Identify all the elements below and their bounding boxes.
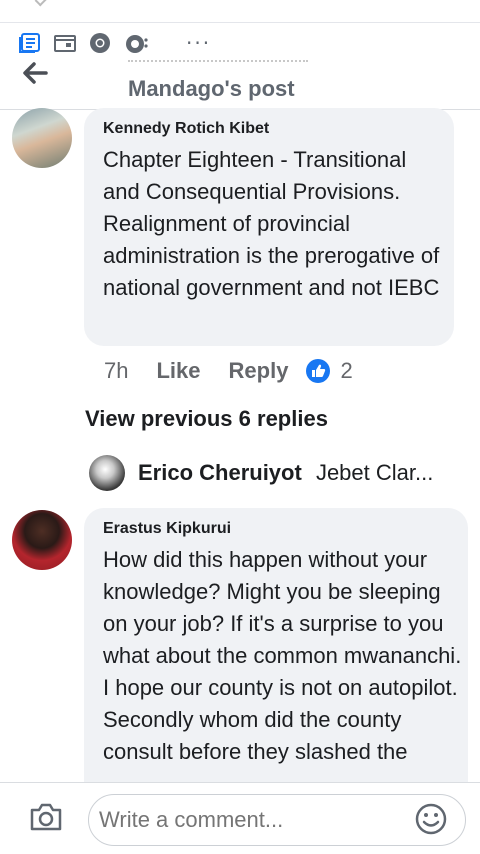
view-previous-replies-link[interactable]: View previous 6 replies bbox=[85, 406, 328, 432]
status-strip bbox=[0, 0, 480, 22]
like-button[interactable]: Like bbox=[156, 358, 200, 384]
news-feed-icon[interactable] bbox=[18, 31, 42, 55]
comment-bubble[interactable]: Kennedy Rotich Kibet Chapter Eighteen - … bbox=[84, 108, 454, 346]
chrome-icon[interactable] bbox=[88, 31, 112, 55]
avatar[interactable] bbox=[12, 510, 72, 570]
camera-icon[interactable] bbox=[28, 801, 64, 833]
reply-author[interactable]: Erico Cheruiyot bbox=[138, 460, 302, 485]
comment-text: Chapter Eighteen - Transitional and Cons… bbox=[103, 147, 440, 300]
emoji-icon[interactable] bbox=[414, 802, 448, 836]
messenger-bubble-icon[interactable] bbox=[124, 31, 148, 55]
comment-author[interactable]: Erastus Kipkurui bbox=[103, 520, 231, 538]
page-title: Mandago's post bbox=[128, 76, 295, 101]
chevron-icon bbox=[34, 0, 48, 7]
header-divider bbox=[128, 56, 308, 66]
avatar[interactable] bbox=[89, 455, 125, 491]
comment-composer bbox=[0, 782, 480, 854]
thumbs-up-icon[interactable] bbox=[306, 359, 331, 383]
back-arrow-icon[interactable] bbox=[20, 60, 50, 86]
calendar-icon[interactable] bbox=[53, 31, 77, 55]
reply-snippet: Jebet Clar... bbox=[315, 460, 434, 485]
comment-text: How did this happen without your knowled… bbox=[103, 547, 462, 764]
comment-timestamp[interactable]: 7h bbox=[104, 358, 128, 384]
reaction-count[interactable]: 2 bbox=[340, 358, 352, 384]
comment-actions: 7h Like Reply 2 bbox=[104, 356, 353, 386]
post-header: Mandago's post bbox=[0, 60, 480, 110]
comment-input[interactable] bbox=[88, 794, 466, 846]
collapsed-reply[interactable]: Erico Cheruiyot Jebet Clar... bbox=[138, 460, 448, 486]
avatar[interactable] bbox=[12, 108, 72, 168]
reply-button[interactable]: Reply bbox=[229, 358, 289, 384]
more-icon[interactable]: ··· bbox=[186, 31, 211, 55]
comment-bubble[interactable]: Erastus Kipkurui How did this happen wit… bbox=[84, 508, 468, 808]
comment-author[interactable]: Kennedy Rotich Kibet bbox=[103, 120, 269, 138]
